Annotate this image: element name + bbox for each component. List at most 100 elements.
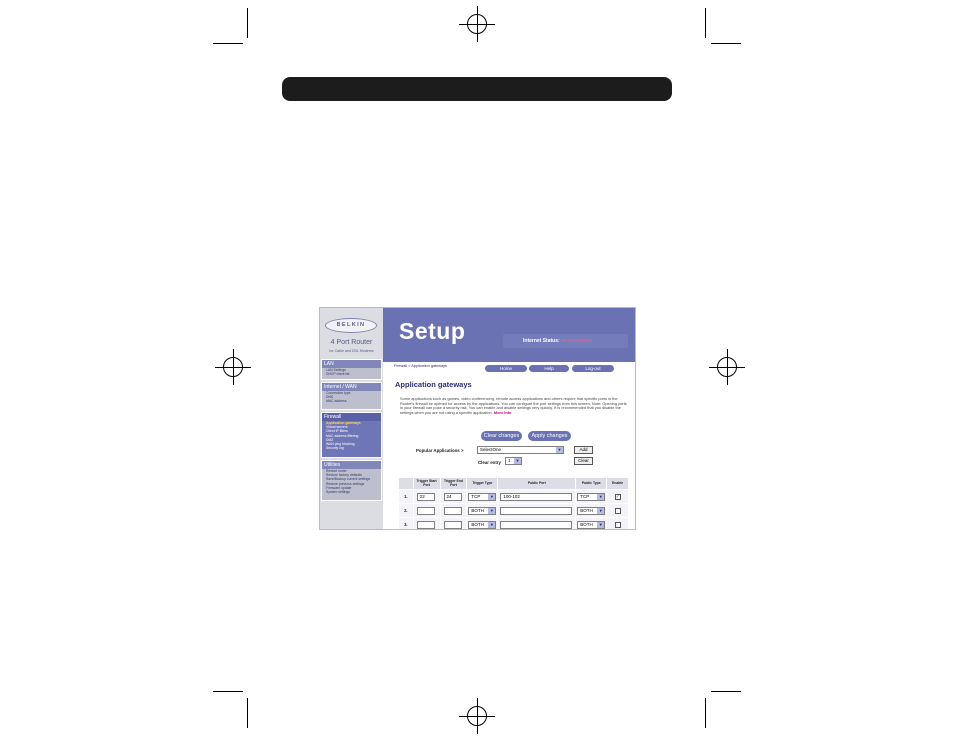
cell-enable: ✓ xyxy=(606,489,629,504)
cell-enable xyxy=(606,517,629,529)
more-info-link[interactable]: More Info xyxy=(494,410,512,415)
apply-changes-button[interactable]: Apply changes xyxy=(528,431,571,441)
cell-public-type: BOTH ▼ xyxy=(575,517,608,529)
clear-entry-label: Clear entry xyxy=(478,460,501,465)
registration-mark-top xyxy=(459,6,495,42)
enable-checkbox[interactable]: ✓ xyxy=(614,493,621,500)
nav-group-title[interactable]: Internet / WAN xyxy=(322,383,381,391)
column-header-trigger-type: Trigger Type xyxy=(466,477,499,490)
public-port-input[interactable] xyxy=(500,506,573,515)
column-header-enable: Enable xyxy=(606,477,629,490)
trigger-type-select[interactable]: TCP ▼ xyxy=(468,492,497,501)
product-subtitle: for Cable and DSL Modems xyxy=(329,349,374,353)
description-text: Some applications such as games, video c… xyxy=(400,396,630,415)
sidebar-item-security-log[interactable]: Security log xyxy=(322,446,381,450)
trigger-type-select[interactable]: BOTH ▼ xyxy=(468,506,497,515)
table-row: 2. BOTH ▼ BOTH ▼ xyxy=(398,503,629,518)
setup-header: Setup Internet Status: no connection xyxy=(383,308,635,362)
cell-trigger-start: 22 xyxy=(412,489,441,504)
trigger-type-value: BOTH xyxy=(471,507,484,513)
public-port-input[interactable] xyxy=(500,520,573,529)
cell-public-port xyxy=(497,503,577,518)
chevron-down-icon: ▼ xyxy=(514,458,521,464)
trigger-end-port-input[interactable]: 24 xyxy=(443,492,462,501)
public-type-select[interactable]: BOTH ▼ xyxy=(577,520,606,529)
registration-mark-right xyxy=(709,349,745,385)
nav-group-utilities: Utilities Restart router Restore factory… xyxy=(321,460,382,501)
logout-button[interactable]: Log-out xyxy=(572,365,614,372)
crop-mark-top-right-v xyxy=(705,8,706,38)
registration-mark-bottom xyxy=(459,698,495,734)
cell-trigger-type: BOTH ▼ xyxy=(466,517,499,529)
router-setup-screenshot: BELKIN 4 Port Router for Cable and DSL M… xyxy=(319,307,636,530)
sidebar: BELKIN 4 Port Router for Cable and DSL M… xyxy=(320,308,383,529)
table-header-row: Trigger Start Port Trigger End Port Trig… xyxy=(398,477,629,490)
application-gateways-table: Trigger Start Port Trigger End Port Trig… xyxy=(398,477,629,529)
clear-entry-select[interactable]: 1 ▼ xyxy=(505,457,522,465)
belkin-logo: BELKIN xyxy=(325,318,377,333)
crop-mark-top-left-h xyxy=(213,43,243,44)
nav-group-title[interactable]: Firewall xyxy=(322,413,381,421)
cell-trigger-start xyxy=(412,503,441,518)
nav-group-firewall: Firewall Application gateways Virtual se… xyxy=(321,412,382,458)
chevron-down-icon: ▼ xyxy=(556,447,563,453)
help-button[interactable]: Help xyxy=(529,365,569,372)
cell-public-type: TCP ▼ xyxy=(575,489,608,504)
table-row: 1. 22 24 TCP ▼ 100-102 TCP ▼ ✓ xyxy=(398,489,629,504)
public-port-input[interactable]: 100-102 xyxy=(500,492,573,501)
trigger-end-port-input[interactable] xyxy=(443,520,462,529)
public-type-value: BOTH xyxy=(580,507,593,513)
row-number: 3. xyxy=(398,517,414,529)
trigger-start-port-input[interactable] xyxy=(416,506,435,515)
nav-group-lan: LAN LAN Settings DHCP client list xyxy=(321,359,382,380)
popular-applications-select[interactable]: SelectOne ▼ xyxy=(477,446,564,454)
row-number: 2. xyxy=(398,503,414,518)
row-number: 1. xyxy=(398,489,414,504)
trigger-end-port-input[interactable] xyxy=(443,506,462,515)
cell-enable xyxy=(606,503,629,518)
home-button[interactable]: Home xyxy=(485,365,527,372)
cell-public-port xyxy=(497,517,577,529)
popular-applications-label: Popular Applications > xyxy=(416,448,464,453)
page-heading-setup: Setup xyxy=(399,318,466,344)
column-header-number xyxy=(398,477,414,490)
crop-mark-top-right-h xyxy=(711,43,741,44)
enable-checkbox[interactable] xyxy=(614,507,621,514)
page-title: Application gateways xyxy=(395,380,472,389)
crop-mark-bottom-left-h xyxy=(213,691,243,692)
add-button[interactable]: Add xyxy=(574,446,593,454)
column-header-public-port: Public Port xyxy=(497,477,577,490)
chevron-down-icon: ▼ xyxy=(488,493,496,500)
public-type-select[interactable]: BOTH ▼ xyxy=(577,506,606,515)
chevron-down-icon: ▼ xyxy=(488,507,496,514)
enable-checkbox[interactable] xyxy=(614,521,621,528)
column-header-public-type: Public Type xyxy=(575,477,608,490)
clear-changes-button[interactable]: Clear changes xyxy=(481,431,522,441)
sidebar-item-system-settings[interactable]: System settings xyxy=(322,490,381,494)
sidebar-item-dhcp-client-list[interactable]: DHCP client list xyxy=(322,372,381,376)
breadcrumb: Firewall > Application gateways xyxy=(394,364,447,368)
cell-public-port: 100-102 xyxy=(497,489,577,504)
trigger-start-port-input[interactable] xyxy=(416,520,435,529)
trigger-type-value: BOTH xyxy=(471,521,484,527)
public-type-select[interactable]: TCP ▼ xyxy=(577,492,606,501)
chevron-down-icon: ▼ xyxy=(597,507,605,514)
nav-group-internet-wan: Internet / WAN Connection type DNS MAC a… xyxy=(321,382,382,410)
sidebar-item-mac-address[interactable]: MAC address xyxy=(322,399,381,403)
clear-button[interactable]: Clear xyxy=(574,457,593,465)
nav-group-title[interactable]: LAN xyxy=(322,360,381,368)
crop-mark-bottom-right-h xyxy=(711,691,741,692)
trigger-type-value: TCP xyxy=(471,493,481,499)
trigger-type-select[interactable]: BOTH ▼ xyxy=(468,520,497,529)
crop-mark-bottom-left-v xyxy=(247,698,248,728)
trigger-start-port-input[interactable]: 22 xyxy=(416,492,435,501)
internet-status-label: Internet Status: xyxy=(523,338,560,344)
cell-public-type: BOTH ▼ xyxy=(575,503,608,518)
cell-trigger-type: TCP ▼ xyxy=(466,489,499,504)
header-bar xyxy=(282,77,672,101)
nav-group-title[interactable]: Utilities xyxy=(322,461,381,469)
public-type-value: BOTH xyxy=(580,521,593,527)
cell-trigger-end xyxy=(439,503,468,518)
clear-entry-value: 1 xyxy=(508,458,511,463)
chevron-down-icon: ▼ xyxy=(488,521,496,528)
